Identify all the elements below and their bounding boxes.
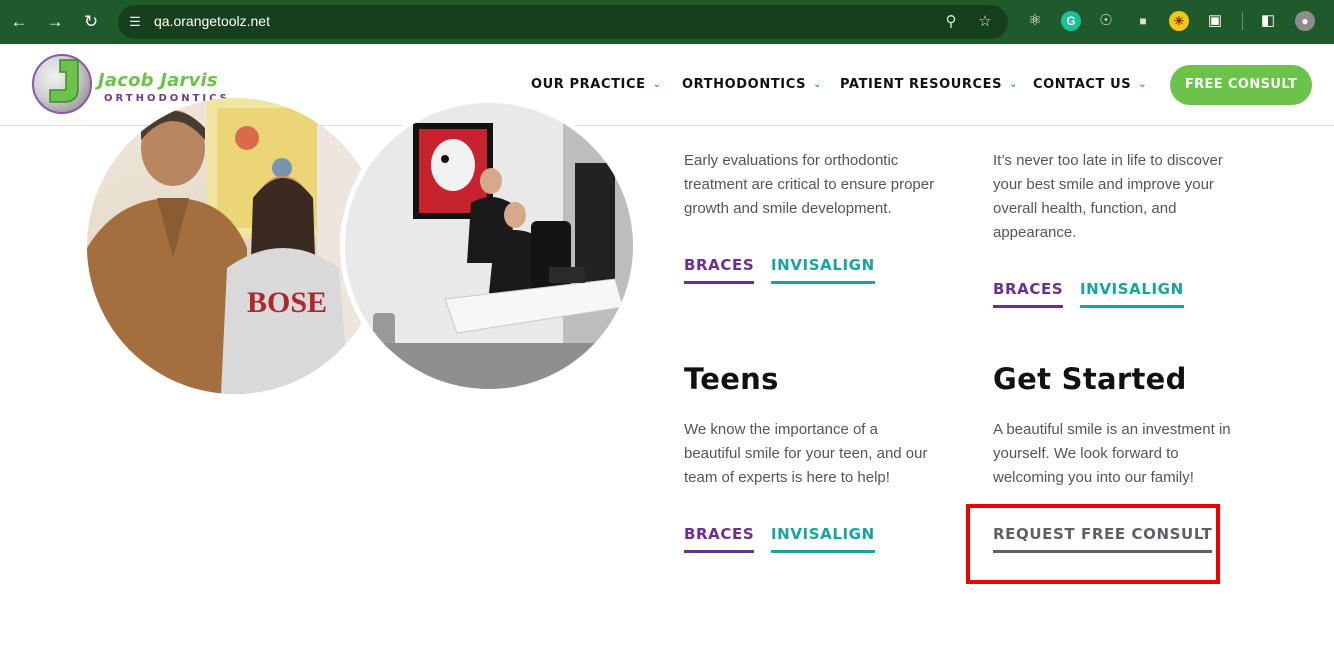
photo-illustration-left: BOSE <box>87 98 383 394</box>
extensions-puzzle-icon[interactable]: ▣ <box>1205 11 1225 31</box>
address-url[interactable]: qa.orangetoolz.net <box>154 13 270 29</box>
zoom-icon[interactable]: ⚲ <box>942 13 960 31</box>
browser-toolbar: ← → ↻ ☰ qa.orangetoolz.net ⚲ ☆ ⚛ G ☉ ■ ☀… <box>0 0 1334 44</box>
globe-icon[interactable]: ☉ <box>1096 11 1116 31</box>
desc-line: Early evaluations for orthodontic <box>684 152 899 169</box>
bookmark-star-icon[interactable]: ☆ <box>976 13 994 31</box>
get-started-description: A beautiful smile is an investment in yo… <box>993 418 1268 490</box>
desc-line: beautiful smile for your teen, and our <box>684 445 928 462</box>
teens-heading: Teens <box>684 362 779 396</box>
early-evaluation-description: Early evaluations for orthodontic treatm… <box>684 149 959 221</box>
address-bar[interactable]: ☰ qa.orangetoolz.net ⚲ ☆ <box>118 5 1008 39</box>
back-arrow-icon[interactable]: ← <box>8 11 30 33</box>
menu-orthodontics[interactable]: ORTHODONTICS ⌄ <box>682 77 822 92</box>
desc-line: A beautiful smile is an investment in <box>993 421 1231 438</box>
menu-label: OUR PRACTICE <box>531 77 646 92</box>
desc-line: We know the importance of a <box>684 421 878 438</box>
teens-invisalign-link[interactable]: INVISALIGN <box>771 525 875 553</box>
desc-line: your best smile and improve your <box>993 176 1214 193</box>
adults-description: It’s never too late in life to discover … <box>993 149 1268 245</box>
menu-our-practice[interactable]: OUR PRACTICE ⌄ <box>531 77 662 92</box>
chevron-down-icon: ⌄ <box>813 79 823 90</box>
grammarly-icon[interactable]: G <box>1061 11 1081 31</box>
desc-line: growth and smile development. <box>684 200 892 217</box>
chevron-down-icon: ⌄ <box>652 79 662 90</box>
adults-braces-link[interactable]: BRACES <box>993 280 1064 308</box>
free-consult-button[interactable]: FREE CONSULT <box>1170 65 1312 105</box>
camera-extension-icon[interactable]: ■ <box>1133 11 1153 31</box>
forward-arrow-icon[interactable]: → <box>44 11 66 33</box>
logo-name: Jacob Jarvis <box>98 70 218 91</box>
menu-patient-resources[interactable]: PATIENT RESOURCES ⌄ <box>840 77 1018 92</box>
menu-label: PATIENT RESOURCES <box>840 77 1003 92</box>
teens-braces-link[interactable]: BRACES <box>684 525 755 553</box>
toolbar-divider <box>1242 12 1243 30</box>
reload-icon[interactable]: ↻ <box>80 11 102 33</box>
menu-label: ORTHODONTICS <box>682 77 807 92</box>
desc-line: It’s never too late in life to discover <box>993 152 1223 169</box>
chevron-down-icon: ⌄ <box>1009 79 1019 90</box>
menu-contact-us[interactable]: CONTACT US ⌄ <box>1033 77 1147 92</box>
chevron-down-icon: ⌄ <box>1138 79 1148 90</box>
adults-invisalign-link[interactable]: INVISALIGN <box>1080 280 1184 308</box>
highlight-box <box>966 504 1220 584</box>
office-photo-right <box>340 98 638 394</box>
desc-line: overall health, function, and <box>993 200 1177 217</box>
desc-line: welcoming you into our family! <box>993 469 1194 486</box>
children-braces-link[interactable]: BRACES <box>684 256 755 284</box>
photo-illustration-right <box>345 103 633 389</box>
children-invisalign-link[interactable]: INVISALIGN <box>771 256 875 284</box>
get-started-heading: Get Started <box>993 362 1187 396</box>
logo-j-icon <box>49 59 79 103</box>
teens-description: We know the importance of a beautiful sm… <box>684 418 959 490</box>
menu-label: CONTACT US <box>1033 77 1132 92</box>
side-panel-icon[interactable]: ◧ <box>1258 11 1278 31</box>
react-devtools-icon[interactable]: ⚛ <box>1025 11 1045 31</box>
sun-extension-icon[interactable]: ☀ <box>1169 11 1189 31</box>
patient-photo-left: BOSE <box>87 98 383 394</box>
desc-line: treatment are critical to ensure proper <box>684 176 935 193</box>
desc-line: yourself. We look forward to <box>993 445 1179 462</box>
svg-text:BOSE: BOSE <box>247 286 327 319</box>
desc-line: appearance. <box>993 224 1077 241</box>
desc-line: team of experts is here to help! <box>684 469 890 486</box>
profile-avatar[interactable]: ● <box>1295 11 1315 31</box>
site-settings-icon[interactable]: ☰ <box>127 14 143 30</box>
